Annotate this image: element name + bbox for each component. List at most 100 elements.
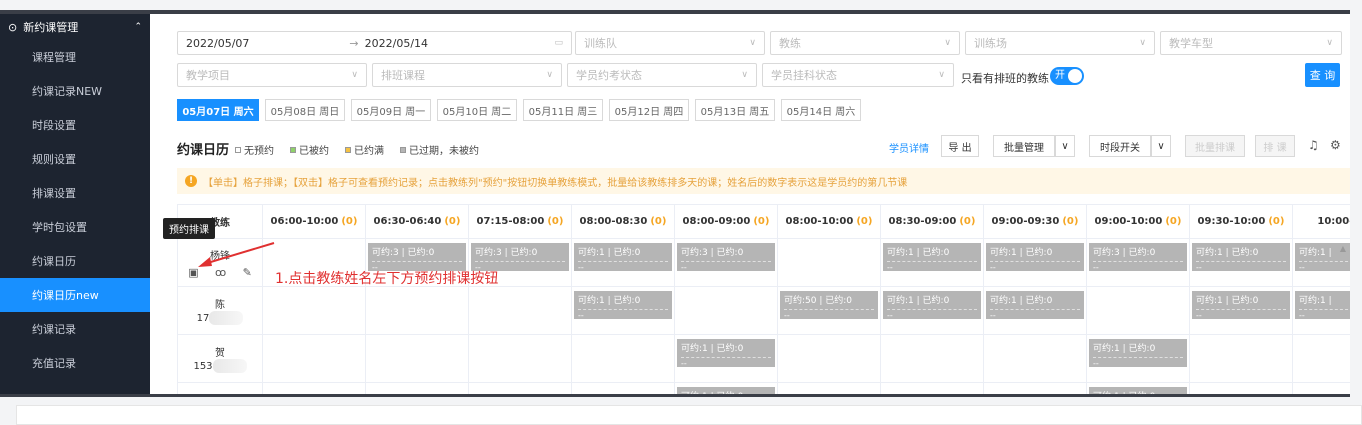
coach-name[interactable]: 牛 <box>180 392 260 394</box>
slot-cell[interactable] <box>262 286 366 335</box>
date-tab[interactable]: 05月10日 周二 <box>437 99 517 121</box>
slot-cell[interactable]: 可约:1 | -- <box>1292 286 1350 335</box>
car-type-select[interactable]: 教学车型 ∨ <box>1160 31 1342 55</box>
sidebar-item[interactable]: 充值记录 <box>0 346 150 380</box>
sidebar-item[interactable]: 课程管理 <box>0 40 150 74</box>
gear-icon[interactable]: ⚙ <box>1330 138 1341 152</box>
slot-cell[interactable]: 可约:1 | 已约:0-- <box>674 334 778 383</box>
slot-block[interactable]: 可约:50 | 已约:0 -- <box>780 291 878 319</box>
slot-block[interactable]: 可约:1 | 已约:0-- <box>986 243 1084 271</box>
slot-cell[interactable] <box>1292 334 1350 383</box>
query-button[interactable]: 查 询 <box>1305 63 1340 87</box>
slot-cell[interactable]: 可约:1 | 已约:0-- <box>571 286 675 335</box>
slot-cell[interactable] <box>468 286 572 335</box>
date-tab[interactable]: 05月12日 周四 <box>609 99 689 121</box>
sidebar-item[interactable]: 规则设置 <box>0 142 150 176</box>
slot-cell[interactable] <box>880 334 984 383</box>
bell-icon[interactable]: ♫ <box>1308 138 1319 152</box>
slot-cell[interactable] <box>880 382 984 394</box>
slot-cell[interactable] <box>983 334 1087 383</box>
slot-cell[interactable] <box>365 382 469 394</box>
slot-block[interactable]: 可约:1 | 已约:0-- <box>1192 243 1290 271</box>
hang-status-select[interactable]: 学员挂科状态 ∨ <box>762 63 954 87</box>
slot-cell[interactable]: 可约:1 | 已约:0-- <box>1086 382 1190 394</box>
slot-block[interactable]: 可约:1 | 已约:0-- <box>574 291 672 319</box>
slot-cell[interactable] <box>262 382 366 394</box>
slot-cell[interactable]: 可约:1 | 已约:0-- <box>1189 286 1293 335</box>
slot-block[interactable]: 可约:1 | 已约:0-- <box>677 339 775 367</box>
student-detail-link[interactable]: 学员详情 <box>889 140 929 155</box>
slot-block[interactable]: 可约:1 | 已约:0-- <box>677 387 775 394</box>
schedule-button[interactable]: 排 课 <box>1255 135 1295 157</box>
coach-name[interactable]: 陈 <box>180 296 260 311</box>
sidebar-item[interactable]: 约课记录 <box>0 312 150 346</box>
slot-cell[interactable] <box>1189 382 1293 394</box>
sidebar-item[interactable]: 约课日历new <box>0 278 150 312</box>
date-tab[interactable]: 05月07日 周六 <box>177 99 259 121</box>
slot-block[interactable]: 可约:1 | -- <box>1295 291 1350 319</box>
slot-cell[interactable]: 可约:1 | 已约:0-- <box>674 382 778 394</box>
slot-cell[interactable] <box>571 382 675 394</box>
slot-cell[interactable]: 可约:1 | 已约:0-- <box>983 238 1087 287</box>
date-range-picker[interactable]: 2022/05/07 → 2022/05/14 ▭ <box>177 31 572 55</box>
slot-block[interactable]: 可约:3 | 已约:0 -- <box>677 243 775 271</box>
slot-block[interactable]: 可约:1 | 已约:0-- <box>1089 387 1187 394</box>
date-tab[interactable]: 05月11日 周三 <box>523 99 603 121</box>
slot-cell[interactable] <box>777 382 881 394</box>
slot-block[interactable]: 可约:1 | 已约:0-- <box>1192 291 1290 319</box>
slot-cell[interactable]: 可约:50 | 已约:0 -- <box>777 286 881 335</box>
scroll-up-icon[interactable]: ▲ <box>1340 244 1346 253</box>
slot-cell[interactable] <box>365 334 469 383</box>
date-tab[interactable]: 05月09日 周一 <box>351 99 431 121</box>
coach-select[interactable]: 教练 ∨ <box>770 31 960 55</box>
slot-block[interactable]: 可约:1 | 已约:0-- <box>883 243 981 271</box>
slot-block[interactable]: 可约:1 | 已约:0-- <box>883 291 981 319</box>
exam-status-select[interactable]: 学员约考状态 ∨ <box>567 63 757 87</box>
project-select[interactable]: 教学项目 ∨ <box>177 63 367 87</box>
slot-cell[interactable]: 可约:3 | 已约:0 -- <box>1086 238 1190 287</box>
slot-block[interactable]: 可约:1 | 已约:0-- <box>1089 339 1187 367</box>
slot-cell[interactable]: 可约:1 | 已约:0-- <box>1086 334 1190 383</box>
slot-cell[interactable]: 可约:1 | 已约:0-- <box>571 238 675 287</box>
slot-block[interactable]: 可约:1 | 已约:0-- <box>574 243 672 271</box>
slot-cell[interactable]: 可约:1 | 已约:0-- <box>880 286 984 335</box>
time-toggle-button[interactable]: 时段开关 <box>1089 135 1151 157</box>
slot-block[interactable]: 可约:1 | 已约:0-- <box>986 291 1084 319</box>
slot-cell[interactable] <box>571 334 675 383</box>
sidebar-item[interactable]: 时段设置 <box>0 108 150 142</box>
slot-block[interactable]: 可约:3 | 已约:0 -- <box>368 243 466 271</box>
slot-cell[interactable]: 可约:3 | 已约:0 -- <box>674 238 778 287</box>
slot-cell[interactable] <box>365 286 469 335</box>
date-tab[interactable]: 05月14日 周六 <box>781 99 861 121</box>
sidebar-item[interactable]: 学时包设置 <box>0 210 150 244</box>
sidebar-item[interactable]: 约课记录NEW <box>0 74 150 108</box>
slot-block[interactable]: 可约:3 | 已约:0 -- <box>471 243 569 271</box>
field-select[interactable]: 训练场 ∨ <box>965 31 1155 55</box>
date-tab[interactable]: 05月13日 周五 <box>695 99 775 121</box>
slot-cell[interactable]: 可约:1 | 已约:0-- <box>880 238 984 287</box>
only-scheduled-toggle[interactable]: 开 <box>1050 67 1084 85</box>
time-toggle-dropdown[interactable]: ∨ <box>1151 135 1171 157</box>
batch-manage-button[interactable]: 批量管理 <box>993 135 1055 157</box>
coach-name[interactable]: 贺 <box>180 344 260 359</box>
batch-schedule-button[interactable]: 批量排课 <box>1185 135 1245 157</box>
schedule-course-select[interactable]: 排班课程 ∨ <box>372 63 562 87</box>
slot-cell[interactable] <box>468 382 572 394</box>
export-button[interactable]: 导 出 <box>941 135 979 157</box>
slot-cell[interactable] <box>777 334 881 383</box>
slot-block[interactable]: 可约:3 | 已约:0 -- <box>1089 243 1187 271</box>
slot-cell[interactable] <box>1292 382 1350 394</box>
team-select[interactable]: 训练队 ∨ <box>575 31 765 55</box>
sidebar-group-header[interactable]: ⊙ 新约课管理 ⌃ <box>0 14 150 40</box>
batch-manage-dropdown[interactable]: ∨ <box>1055 135 1075 157</box>
date-tab[interactable]: 05月08日 周日 <box>265 99 345 121</box>
slot-cell[interactable]: 可约:1 | 已约:0-- <box>983 286 1087 335</box>
slot-cell[interactable] <box>674 286 778 335</box>
sidebar-item[interactable]: 约课日历 <box>0 244 150 278</box>
slot-cell[interactable] <box>468 334 572 383</box>
slot-cell[interactable] <box>983 382 1087 394</box>
slot-cell[interactable] <box>1189 334 1293 383</box>
slot-cell[interactable]: 可约:1 | 已约:0-- <box>1189 238 1293 287</box>
slot-cell[interactable] <box>262 334 366 383</box>
slot-cell[interactable] <box>1086 286 1190 335</box>
